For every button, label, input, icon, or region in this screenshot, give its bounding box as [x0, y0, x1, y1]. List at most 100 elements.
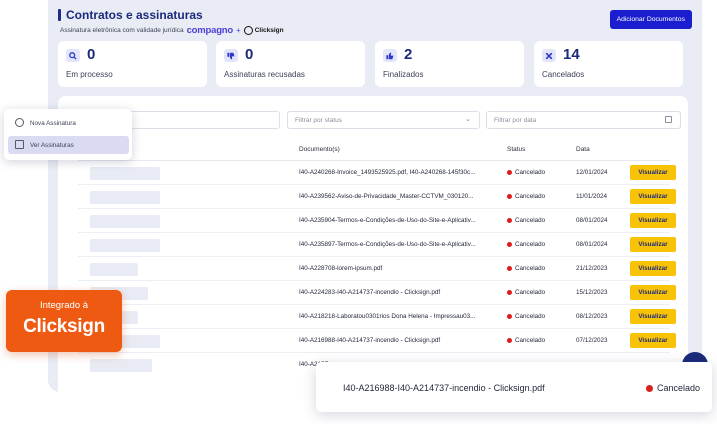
- row-status-text: Cancelado: [515, 169, 546, 176]
- search-icon: [66, 49, 80, 62]
- stat-label: Em processo: [66, 70, 113, 79]
- status-filter-select[interactable]: Filtrar por status ⌄: [287, 111, 480, 129]
- menu-item-label: Ver Assinaturas: [30, 141, 74, 149]
- row-date: 12/01/2024: [576, 169, 608, 176]
- row-document: I40-A224283-I40-A214737-incendio - Click…: [299, 289, 441, 296]
- toast-status: Cancelado: [645, 383, 700, 393]
- menu-item-new-signature[interactable]: Nova Assinatura: [8, 114, 129, 132]
- menu-item-view-signatures[interactable]: Ver Assinaturas: [8, 136, 129, 154]
- status-filter-placeholder: Filtrar por status: [295, 116, 342, 124]
- row-date: 21/12/2023: [576, 265, 608, 272]
- row-status: Cancelado: [507, 217, 545, 224]
- row-status: Cancelado: [507, 313, 545, 320]
- stat-card-cancelled: 14 Cancelados: [534, 41, 683, 87]
- status-dot: [507, 338, 512, 343]
- badge-line2: Clicksign: [23, 316, 105, 337]
- column-header-documents: Documento(s): [299, 146, 340, 153]
- row-document: I40-A228708-lorem-ipsum.pdf: [299, 265, 383, 272]
- clicksign-logo-icon: [243, 26, 253, 35]
- side-menu: Nova Assinatura Ver Assinaturas: [4, 109, 132, 160]
- row-date: 07/12/2023: [576, 337, 608, 344]
- stat-card-refused: 0 Assinaturas recusadas: [216, 41, 365, 87]
- table-row: I40-A216988-I40-A214737-incendio - Click…: [78, 329, 676, 353]
- chevron-down-icon: ⌄: [465, 116, 471, 123]
- row-date: 11/01/2024: [576, 193, 608, 200]
- row-date: 08/01/2024: [576, 217, 608, 224]
- plus-sign: +: [236, 26, 241, 35]
- row-status: Cancelado: [507, 265, 545, 272]
- badge-line1: Integrado à: [39, 300, 89, 311]
- table-row: I40-A228708-lorem-ipsum.pdf Cancelado 21…: [78, 257, 676, 281]
- view-button[interactable]: Visualizar: [630, 189, 676, 204]
- stat-value: 0: [245, 46, 254, 63]
- date-filter-placeholder: Filtrar por data: [494, 116, 537, 124]
- status-dot: [507, 242, 512, 247]
- row-date: 08/01/2024: [576, 241, 608, 248]
- column-header-date: Data: [576, 146, 590, 153]
- row-status-text: Cancelado: [515, 337, 546, 344]
- row-status: Cancelado: [507, 289, 545, 296]
- documents-panel: Filtrar por status ⌄ Filtrar por data Do…: [58, 96, 688, 392]
- row-date: 08/12/2023: [576, 313, 608, 320]
- table-row: I40-A235897-Termos-e-Condições-de-Uso-do…: [78, 233, 676, 257]
- clicksign-logo: Clicksign: [243, 26, 284, 35]
- thumbs-up-icon: [383, 49, 397, 62]
- placeholder-cell: [90, 191, 160, 204]
- status-dot: [507, 218, 512, 223]
- row-status: Cancelado: [507, 193, 545, 200]
- stat-card-in-process: 0 Em processo: [58, 41, 207, 87]
- table-row: I40-A239562-Aviso-de-Privacidade_Master-…: [78, 185, 676, 209]
- app-window: Contratos e assinaturas Assinatura eletr…: [48, 0, 702, 392]
- row-document: I40-A218218-Laboratou0301rios Dona Helen…: [299, 313, 476, 320]
- row-status-text: Cancelado: [515, 313, 546, 320]
- title-accent: [58, 9, 61, 21]
- row-status-text: Cancelado: [515, 217, 546, 224]
- view-button[interactable]: Visualizar: [630, 285, 676, 300]
- status-dot: [507, 266, 512, 271]
- clicksign-logo-text: Clicksign: [254, 27, 284, 34]
- status-dot: [645, 384, 653, 392]
- placeholder-cell: [90, 359, 152, 372]
- stat-label: Cancelados: [542, 70, 585, 79]
- add-documents-button[interactable]: Adicionar Documentos: [609, 10, 692, 29]
- placeholder-cell: [90, 263, 138, 276]
- row-date: 15/12/2023: [576, 289, 608, 296]
- view-button[interactable]: Visualizar: [630, 213, 676, 228]
- page-title: Contratos e assinaturas: [66, 8, 203, 22]
- view-button[interactable]: Visualizar: [630, 261, 676, 276]
- page: Contratos e assinaturas Assinatura eletr…: [0, 0, 717, 424]
- row-status: Cancelado: [507, 169, 545, 176]
- view-button[interactable]: Visualizar: [630, 309, 676, 324]
- calendar-icon: [665, 116, 672, 123]
- view-button[interactable]: Visualizar: [630, 333, 676, 348]
- placeholder-cell: [90, 167, 160, 180]
- stat-label: Assinaturas recusadas: [224, 70, 305, 79]
- view-button[interactable]: Visualizar: [630, 237, 676, 252]
- status-dot: [507, 290, 512, 295]
- row-status-text: Cancelado: [515, 265, 546, 272]
- placeholder-cell: [90, 215, 160, 228]
- table-row: I40-A218218-Laboratou0301rios Dona Helen…: [78, 305, 676, 329]
- table-row: I40-A224283-I40-A214737-incendio - Click…: [78, 281, 676, 305]
- row-status-text: Cancelado: [515, 289, 546, 296]
- view-button[interactable]: Visualizar: [630, 165, 676, 180]
- status-dot: [507, 314, 512, 319]
- row-status-text: Cancelado: [515, 193, 546, 200]
- compagno-logo: compagno: [186, 25, 234, 36]
- column-header-status: Status: [507, 146, 526, 153]
- status-dot: [507, 170, 512, 175]
- row-status-text: Cancelado: [515, 241, 546, 248]
- row-document: I40-A240268-Invoice_1493525925.pdf, I40-…: [299, 169, 476, 176]
- stat-label: Finalizados: [383, 70, 424, 79]
- row-document: I40-A235904-Termos-e-Condições-de-Uso-do…: [299, 217, 476, 224]
- placeholder-cell: [90, 239, 160, 252]
- integration-badge: Integrado à Clicksign: [6, 290, 122, 352]
- date-filter-input[interactable]: Filtrar por data: [486, 111, 681, 129]
- table-row: I40-A235904-Termos-e-Condições-de-Uso-do…: [78, 209, 676, 233]
- stat-value: 14: [563, 46, 580, 63]
- subtitle-text: Assinatura eletrônica com validade juríd…: [60, 27, 184, 34]
- page-subtitle: Assinatura eletrônica com validade juríd…: [60, 25, 284, 36]
- row-status: Cancelado: [507, 241, 545, 248]
- row-document: I40-A216988-I40-A214737-incendio - Click…: [299, 337, 441, 344]
- stat-value: 0: [87, 46, 96, 63]
